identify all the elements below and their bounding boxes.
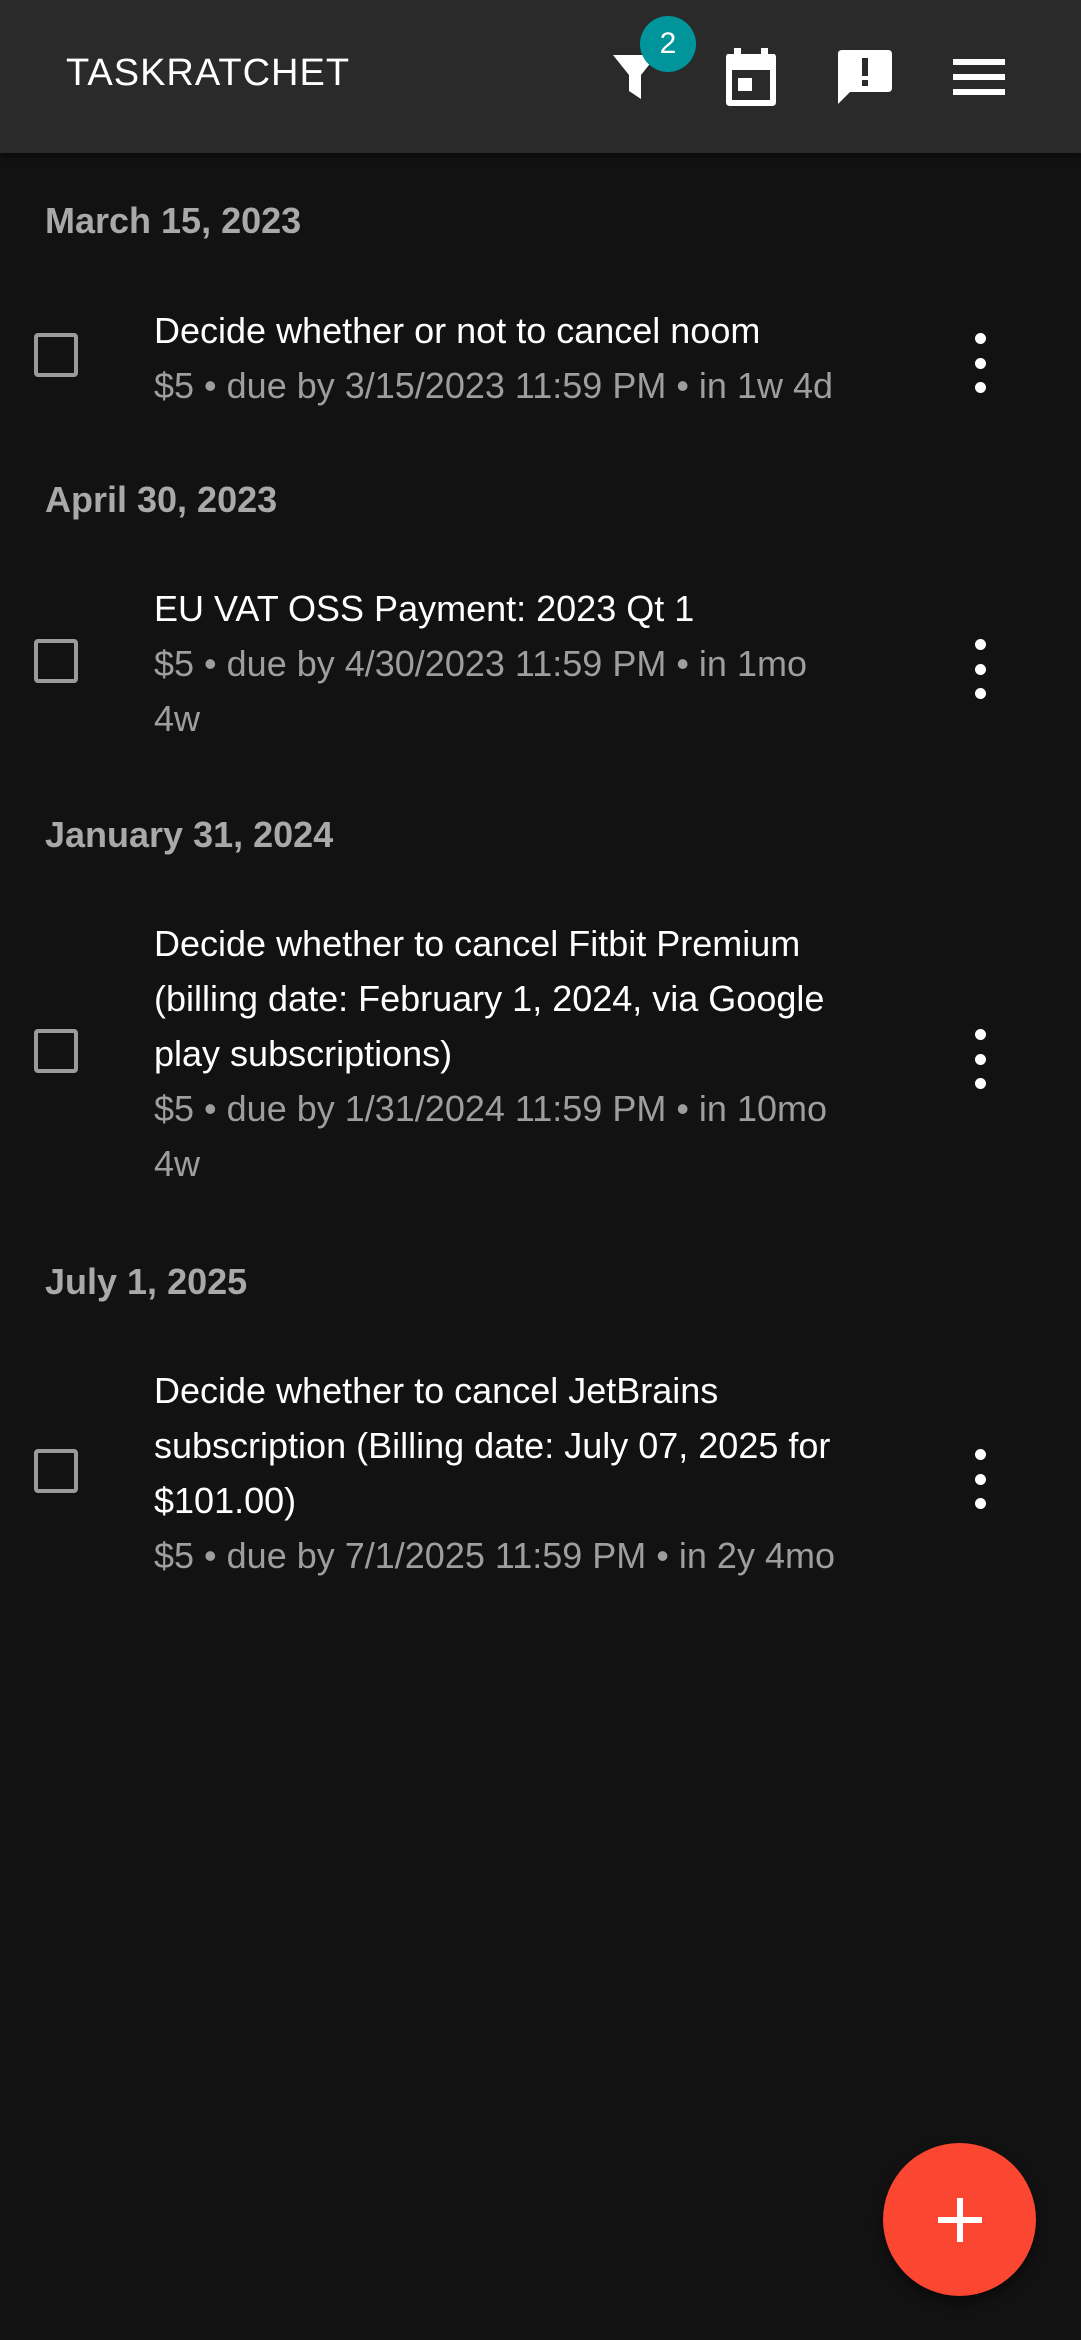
task-more-button[interactable] (958, 639, 1002, 699)
task-title: Decide whether to cancel Fitbit Premium … (154, 923, 825, 1074)
app-bar: TASKRATCHET 2 (0, 0, 1081, 153)
task-checkbox[interactable] (34, 1449, 78, 1493)
calendar-button[interactable] (706, 32, 796, 122)
task-checkbox[interactable] (34, 333, 78, 377)
task-more-button[interactable] (958, 333, 1002, 393)
date-header: January 31, 2024 (45, 814, 334, 855)
calendar-icon (726, 48, 776, 106)
task-title: EU VAT OSS Payment: 2023 Qt 1 (154, 588, 695, 629)
task-text[interactable]: Decide whether to cancel Fitbit Premium … (154, 916, 914, 1191)
task-text[interactable]: Decide whether or not to cancel noom $5 … (154, 303, 914, 413)
task-more-button[interactable] (958, 1449, 1002, 1509)
more-vert-icon (974, 1029, 986, 1040)
task-title: Decide whether or not to cancel noom (154, 310, 761, 351)
task-meta: $5 • due by 7/1/2025 11:59 PM • in 2y 4m… (154, 1535, 835, 1576)
task-checkbox[interactable] (34, 1029, 78, 1073)
add-task-button[interactable] (883, 2143, 1036, 2296)
app-title: TASKRATCHET (66, 52, 351, 94)
task-meta: $5 • due by 3/15/2023 11:59 PM • in 1w 4… (154, 365, 834, 406)
task-checkbox[interactable] (34, 639, 78, 683)
date-header: July 1, 2025 (45, 1261, 248, 1302)
more-vert-icon (974, 639, 986, 650)
more-vert-icon (974, 333, 986, 344)
date-header: April 30, 2023 (45, 479, 278, 520)
task-text[interactable]: Decide whether to cancel JetBrains subsc… (154, 1363, 914, 1583)
menu-button[interactable] (934, 32, 1024, 122)
feedback-icon (838, 50, 892, 104)
add-icon (937, 2197, 982, 2242)
more-vert-icon (974, 1449, 986, 1460)
date-header: March 15, 2023 (45, 200, 302, 241)
task-title: Decide whether to cancel JetBrains subsc… (154, 1370, 831, 1521)
menu-icon (953, 59, 1005, 95)
task-text[interactable]: EU VAT OSS Payment: 2023 Qt 1 $5 • due b… (154, 581, 914, 746)
feedback-button[interactable] (820, 32, 910, 122)
task-more-button[interactable] (958, 1029, 1002, 1089)
task-meta: $5 • due by 1/31/2024 11:59 PM • in 10mo… (154, 1088, 827, 1184)
task-meta: $5 • due by 4/30/2023 11:59 PM • in 1mo … (154, 643, 807, 739)
filter-count-badge: 2 (640, 16, 696, 72)
